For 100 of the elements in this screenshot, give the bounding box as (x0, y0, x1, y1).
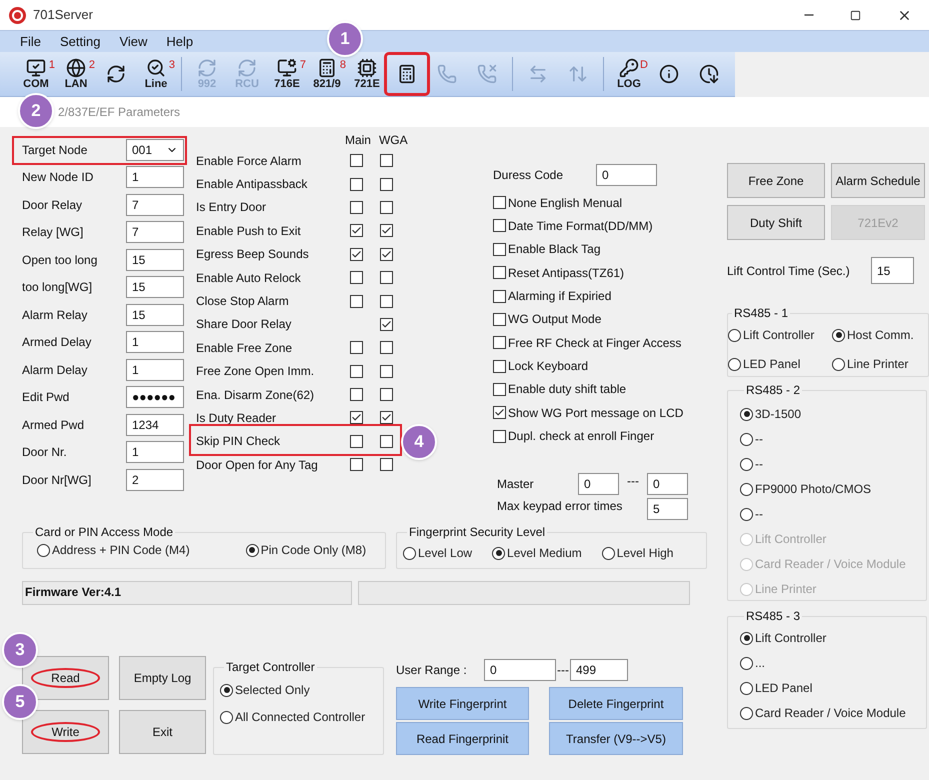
toolbar-button[interactable]: 3 Line (136, 53, 176, 95)
radio-button[interactable] (37, 544, 50, 556)
checkbox[interactable] (380, 411, 393, 424)
input-field[interactable]: 1 (126, 331, 184, 354)
toolbar-button[interactable]: 2 LAN (56, 53, 96, 95)
toolbar-button[interactable]: 7 716E (267, 53, 307, 95)
checkbox[interactable] (493, 266, 506, 280)
menu-item[interactable]: File (20, 32, 41, 52)
input-field[interactable]: 15 (871, 257, 914, 284)
radio-button[interactable] (220, 684, 233, 696)
checkbox[interactable] (380, 364, 393, 378)
checkbox[interactable] (493, 312, 506, 326)
radio-button[interactable] (740, 656, 753, 670)
button[interactable]: Duty Shift (727, 205, 825, 240)
checkbox[interactable] (380, 248, 393, 261)
checkbox[interactable] (493, 219, 506, 232)
input-field[interactable]: 1 (126, 166, 184, 188)
radio-button[interactable] (740, 682, 753, 694)
checkbox[interactable] (380, 458, 393, 472)
radio-button[interactable] (740, 458, 753, 470)
checkbox[interactable] (350, 294, 363, 308)
toolbar-button[interactable] (387, 53, 427, 95)
checkbox[interactable] (380, 271, 393, 284)
radio-button[interactable] (740, 508, 753, 520)
input-field[interactable]: 15 (126, 248, 184, 271)
checkbox[interactable] (380, 341, 393, 354)
radio-button[interactable] (740, 632, 753, 644)
tab[interactable]: 2/837E/EF Parameters (58, 103, 180, 121)
checkbox[interactable] (380, 434, 393, 448)
checkbox[interactable] (350, 434, 363, 448)
input-field[interactable]: 15 (126, 276, 184, 298)
radio-button[interactable] (246, 544, 259, 556)
radio-button[interactable] (728, 358, 741, 370)
button[interactable]: Exit (119, 710, 206, 754)
button[interactable]: Delete Fingerprint (549, 687, 683, 720)
radio-button[interactable] (740, 482, 753, 496)
button[interactable]: Empty Log (119, 656, 206, 700)
input-field[interactable]: 5 (647, 498, 688, 520)
toolbar-button[interactable]: 1 COM (16, 53, 56, 95)
radio-button[interactable] (492, 546, 506, 560)
radio-button[interactable] (740, 706, 753, 720)
dropdown[interactable]: 001 (126, 138, 184, 161)
maximize-icon[interactable] (850, 10, 861, 20)
checkbox[interactable] (350, 200, 363, 214)
checkbox[interactable] (493, 360, 506, 373)
checkbox[interactable] (350, 248, 363, 261)
button[interactable]: Write (22, 710, 109, 754)
radio-button[interactable] (740, 408, 753, 420)
checkbox[interactable] (350, 178, 363, 191)
input-field[interactable]: 0 (596, 164, 657, 186)
menu-item[interactable]: Setting (60, 32, 100, 52)
button[interactable]: Alarm Schedule (831, 163, 925, 198)
button[interactable]: Read (22, 656, 109, 700)
radio-button[interactable] (832, 358, 845, 370)
checkbox[interactable] (493, 430, 506, 443)
input-field[interactable]: 15 (126, 304, 184, 326)
radio-button[interactable] (728, 328, 741, 342)
checkbox[interactable] (493, 336, 506, 350)
checkbox[interactable] (350, 224, 363, 238)
checkbox[interactable] (380, 178, 393, 191)
button[interactable]: Write Fingerprint (396, 687, 529, 720)
checkbox[interactable] (350, 411, 363, 424)
button[interactable]: Read Fingerprinit (396, 722, 529, 755)
input-field[interactable]: 7 (126, 194, 184, 216)
input-field[interactable]: ●●●●●● (126, 386, 184, 408)
input-field[interactable]: 1 (126, 441, 184, 464)
input-field[interactable]: 0 (578, 473, 619, 496)
checkbox[interactable] (350, 154, 363, 168)
checkbox[interactable] (380, 224, 393, 238)
radio-button[interactable] (220, 710, 233, 724)
checkbox[interactable] (350, 364, 363, 378)
button[interactable]: Free Zone (727, 163, 825, 198)
checkbox[interactable] (350, 458, 363, 472)
checkbox[interactable] (493, 196, 506, 210)
button[interactable]: Transfer (V9-->V5) (549, 722, 683, 755)
checkbox[interactable] (380, 388, 393, 402)
checkbox[interactable] (350, 388, 363, 402)
checkbox[interactable] (350, 341, 363, 354)
checkbox[interactable] (350, 271, 363, 284)
checkbox[interactable] (380, 294, 393, 308)
checkbox[interactable] (493, 382, 506, 396)
checkbox[interactable] (380, 200, 393, 214)
checkbox[interactable] (380, 318, 393, 331)
input-field[interactable]: 1234 (126, 414, 184, 436)
toolbar-button[interactable]: D LOG (609, 53, 649, 95)
input-field[interactable]: 0 (484, 659, 556, 681)
input-field[interactable]: 7 (126, 221, 184, 244)
checkbox[interactable] (380, 154, 393, 168)
input-field[interactable]: 1 (126, 358, 184, 381)
checkbox[interactable] (493, 406, 506, 420)
radio-button[interactable] (740, 432, 753, 446)
menu-item[interactable]: View (119, 32, 148, 52)
menu-item[interactable]: Help (166, 32, 194, 52)
checkbox[interactable] (493, 242, 506, 256)
input-field[interactable]: 0 (647, 473, 688, 496)
radio-button[interactable] (602, 546, 615, 560)
input-field[interactable]: 499 (570, 659, 628, 681)
checkbox[interactable] (493, 290, 506, 302)
radio-button[interactable] (403, 546, 416, 560)
radio-button[interactable] (832, 328, 845, 342)
